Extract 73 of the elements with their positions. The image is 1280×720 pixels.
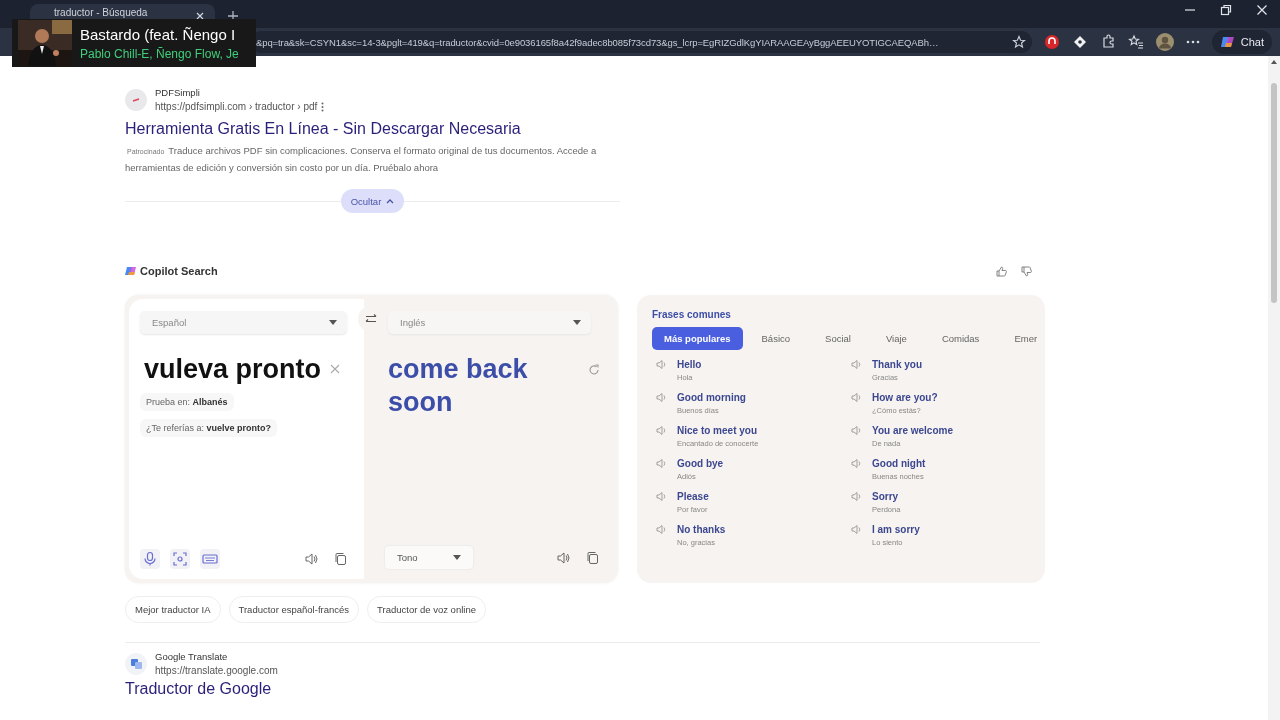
site-url: https://translate.google.com [155,665,278,676]
dropdown-icon [453,555,461,560]
thumbs-down-icon[interactable] [1021,265,1032,277]
chat-button[interactable]: Chat [1211,30,1272,54]
scrollbar[interactable] [1268,56,1280,720]
language-dropdown[interactable]: Inglés [388,311,591,334]
category-tab[interactable]: Emer [999,327,1050,350]
phrase-text[interactable]: Good night [872,458,926,469]
scroll-up-icon[interactable] [1270,59,1278,65]
phrase-text[interactable]: Hello [677,359,702,370]
result-link[interactable]: Herramienta Gratis En Línea - Sin Descargar Necesaria [125,120,521,138]
site-icon [125,652,147,675]
result-link[interactable]: Traductor de Google [125,680,272,698]
camera-scan-icon[interactable] [170,549,190,569]
category-tab[interactable]: Más populares [652,327,743,350]
url-text: &pq=tra&sk=CSYN1&sc=14-3&pglt=419&q=traductor&cvid=0e9036165f8a42f9adec8b085f73cd73&gs_lcrp=EgRIZGdlKgYIARAAGEAyBggAEEUYOTIGCAEQABh… [256,36,939,48]
related-search-chip[interactable]: Traductor español-francés [228,596,360,623]
copilot-icon [1219,34,1236,50]
related-search-chip[interactable]: Traductor de voz online [367,596,486,623]
phrase-text[interactable]: Good bye [677,458,724,469]
phrase-text[interactable]: Nice to meet you [677,425,759,436]
related-search-chip[interactable]: Mejor traductor IA [125,596,221,623]
phrase-text[interactable]: No thanks [677,524,726,535]
phrase-text[interactable]: Thank you [872,359,922,370]
song-title: Bastardo (feat. Ñengo I [80,25,237,43]
phrase-text[interactable]: I am sorry [872,524,920,535]
copilot-icon [125,265,137,277]
restore-icon[interactable] [1220,4,1232,16]
card-title: Frases comunes [652,309,732,320]
scrollbar-thumb[interactable] [1271,83,1277,303]
category-tab[interactable]: Básico [746,327,803,350]
speaker-icon[interactable] [556,550,570,565]
language-dropdown[interactable]: Español [140,311,347,334]
suggestion-chip[interactable]: Prueba en: Albanés [140,393,234,411]
extension-icon[interactable] [1043,34,1060,50]
chevron-up-icon [386,198,395,204]
site-icon [125,88,147,111]
copy-icon[interactable] [334,552,348,566]
speaker-icon[interactable] [304,552,318,566]
close-icon[interactable] [1256,4,1268,16]
avatar-icon[interactable] [1155,33,1174,51]
hide-button[interactable]: Ocultar [340,189,405,213]
more-icon[interactable] [321,101,325,112]
copy-icon[interactable] [586,550,600,565]
site-name: Google Translate [155,651,229,662]
clear-icon[interactable] [330,364,340,374]
section-title: Copilot Search [140,265,218,277]
category-tab[interactable]: Social [810,327,863,350]
phrase-text[interactable]: Sorry [872,491,901,502]
refresh-icon[interactable] [588,364,600,376]
phrase-text[interactable]: Please [677,491,709,502]
tab-title: traductor - Búsqueda [54,7,148,19]
star-icon[interactable] [1011,35,1026,49]
site-url: https://pdfsimpli.com › traductor › pdf [155,101,318,112]
tone-dropdown[interactable]: Tono [385,546,473,569]
category-tab[interactable]: Comidas [926,327,992,350]
translation-text: come back soon [388,353,529,419]
phrase-text[interactable]: You are welcome [872,425,953,436]
new-tab-icon[interactable] [227,10,239,22]
suggestion-chip[interactable]: ¿Te referías a: vuelve pronto? [140,419,278,437]
dropdown-icon [329,320,337,325]
thumbs-up-icon[interactable] [996,265,1007,277]
input-field[interactable]: vuleva pronto [140,354,322,385]
favorites-icon[interactable] [1127,34,1144,50]
site-name: PDFSimpli [155,87,201,98]
dropdown-icon [573,320,581,325]
category-tab[interactable]: Viaje [870,327,919,350]
artist-name: Pablo Chill-E, Ñengo Flow, Je [80,46,239,61]
phrase-text[interactable]: How are you? [872,392,938,403]
more-icon[interactable] [1185,40,1200,44]
keyboard-icon[interactable] [200,549,220,569]
phrase-text[interactable]: Good morning [677,392,746,403]
microphone-icon[interactable] [140,549,160,569]
